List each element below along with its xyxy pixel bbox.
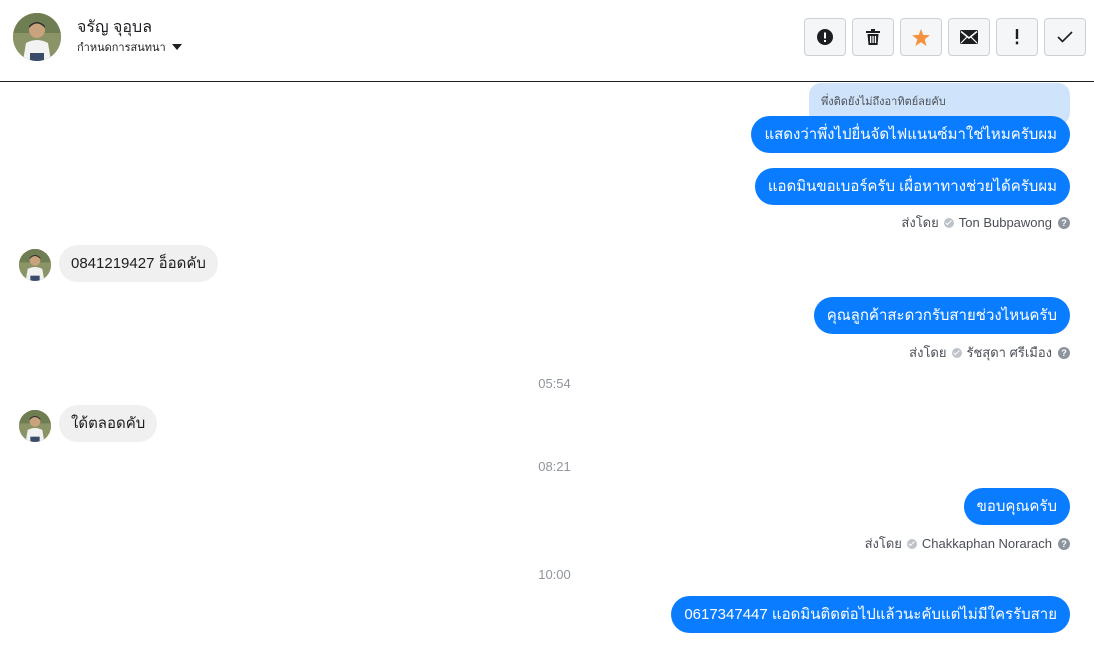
sender-name: รัชสุดา ศรีเมือง — [966, 345, 1053, 360]
envelope-icon — [960, 30, 978, 44]
contact-avatar-small[interactable] — [19, 410, 51, 442]
help-icon[interactable]: ? — [1058, 346, 1070, 359]
verified-check-icon — [951, 347, 962, 358]
message-thread[interactable]: พึ่งติดยังไม่ถึงอาทิตย์ลยคับ แสดงว่าพึ่ง… — [0, 83, 1094, 655]
star-button[interactable] — [900, 18, 942, 56]
outgoing-message[interactable]: ขอบคุณครับ — [963, 488, 1070, 525]
help-icon[interactable]: ? — [1058, 537, 1070, 550]
star-icon — [912, 28, 930, 46]
sender-name: Chakkaphan Norarach — [921, 536, 1052, 551]
mark-spam-button[interactable] — [804, 18, 846, 56]
incoming-message[interactable]: 0841219427 อ็อดคับ — [59, 245, 218, 282]
done-button[interactable] — [1044, 18, 1086, 56]
sent-by-label: ส่งโดย รัชสุดา ศรีเมือง ? — [909, 342, 1070, 363]
incoming-message[interactable]: ใด้ตลอดคับ — [59, 405, 158, 442]
outgoing-message[interactable]: คุณลูกค้าสะดวกรับสายช่วงไหนครับ — [813, 297, 1070, 334]
checkmark-icon — [1057, 31, 1073, 43]
help-icon[interactable]: ? — [1058, 216, 1070, 229]
verified-check-icon — [943, 217, 954, 228]
contact-avatar[interactable] — [13, 13, 61, 61]
sent-by-prefix: ส่งโดย — [864, 536, 902, 551]
assign-label: กำหนดการสนทนา — [77, 42, 166, 54]
conversation-header: จรัญ จุอุบล กำหนดการสนทนา — [0, 0, 1094, 82]
sent-by-label: ส่งโดย Chakkaphan Norarach ? — [865, 533, 1070, 554]
contact-avatar-small[interactable] — [19, 249, 51, 281]
timestamp: 05:54 — [538, 376, 571, 391]
timestamp: 08:21 — [538, 459, 571, 474]
trash-icon — [866, 29, 880, 45]
verified-check-icon — [906, 538, 917, 549]
exclamation-icon — [1015, 29, 1019, 45]
follow-up-button[interactable] — [996, 18, 1038, 56]
sent-by-label: ส่งโดย Ton Bubpawong ? — [901, 212, 1070, 233]
conversation-toolbar — [804, 18, 1086, 56]
sent-by-prefix: ส่งโดย — [901, 215, 939, 230]
reply-preview-text: พึ่งติดยังไม่ถึงอาทิตย์ลยคับ — [821, 96, 946, 108]
sent-by-prefix: ส่งโดย — [909, 345, 947, 360]
outgoing-message[interactable]: 0617347447 แอดมินติดต่อไปแล้วนะคับแต่ไม่… — [671, 596, 1070, 633]
assign-conversation-dropdown[interactable]: กำหนดการสนทนา — [77, 38, 182, 56]
mark-unread-button[interactable] — [948, 18, 990, 56]
exclamation-circle-icon — [817, 29, 833, 45]
outgoing-message[interactable]: แอดมินขอเบอร์ครับ เผื่อหาทางช่วยได้ครับผ… — [754, 168, 1070, 205]
caret-down-icon — [171, 44, 182, 50]
delete-button[interactable] — [852, 18, 894, 56]
contact-name: จรัญ จุอุบล — [77, 19, 152, 36]
sender-name: Ton Bubpawong — [958, 215, 1052, 230]
outgoing-message[interactable]: แสดงว่าพึ่งไปยื่นจัดไฟแนนซ์มาใช่ไหมครับผ… — [751, 116, 1070, 153]
timestamp: 10:00 — [538, 567, 571, 582]
